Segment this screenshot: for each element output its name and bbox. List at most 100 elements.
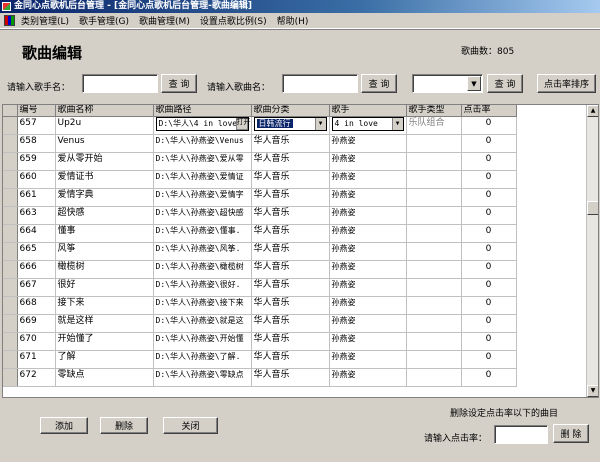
song-search-input[interactable] [282, 74, 358, 93]
cell-singer[interactable]: 孙燕姿 [329, 170, 407, 189]
cell-category[interactable]: 华人音乐 [251, 278, 330, 297]
cell-path[interactable]: D:\华人\孙燕姿\了解. [153, 350, 252, 369]
cell-category[interactable]: 华人音乐 [251, 206, 330, 225]
cell-category[interactable]: 华人音乐 [251, 260, 330, 279]
cell-singer-type[interactable] [406, 242, 462, 261]
cell-singer[interactable]: 4 in love ▼ [329, 116, 407, 135]
cell-singer-type[interactable] [406, 188, 462, 207]
scroll-down-icon[interactable]: ▼ [587, 385, 598, 397]
scroll-thumb[interactable] [587, 201, 598, 215]
cell-name[interactable]: 接下来 [55, 296, 154, 315]
cell-id[interactable]: 672 [17, 368, 56, 387]
cell-singer-type[interactable] [406, 314, 462, 333]
cell-singer[interactable]: 孙燕姿 [329, 242, 407, 261]
cell-id[interactable]: 660 [17, 170, 56, 189]
cell-path[interactable]: D:\华人\孙燕姿\爱情字 [153, 188, 252, 207]
cell-singer[interactable]: 孙燕姿 [329, 296, 407, 315]
cell-category[interactable]: 华人音乐 [251, 332, 330, 351]
cell-path[interactable]: D:\华人\孙燕姿\Venus [153, 134, 252, 153]
cell-name[interactable]: 风筝 [55, 242, 154, 261]
cell-path[interactable]: D:\华人\4 in love 打开 [153, 116, 252, 135]
table-row[interactable]: 668 接下来 D:\华人\孙燕姿\接下来 华人音乐 孙燕姿 0 [3, 296, 517, 315]
cell-clicks[interactable]: 0 [461, 134, 517, 153]
col-header-clicks[interactable]: 点击率 [461, 105, 517, 117]
cell-singer[interactable]: 孙燕姿 [329, 134, 407, 153]
cell-path[interactable]: D:\华人\孙燕姿\零缺点 [153, 368, 252, 387]
cell-id[interactable]: 669 [17, 314, 56, 333]
cell-singer-type[interactable] [406, 206, 462, 225]
cell-category[interactable]: 华人音乐 [251, 296, 330, 315]
cell-singer[interactable]: 孙燕姿 [329, 152, 407, 171]
cell-category[interactable]: 华人音乐 [251, 224, 330, 243]
cell-name[interactable]: Up2u [55, 116, 154, 135]
table-row[interactable]: 665 风筝 D:\华人\孙燕姿\风筝. 华人音乐 孙燕姿 0 [3, 242, 517, 261]
menu-song[interactable]: 歌曲管理(M) [137, 14, 198, 27]
cell-clicks[interactable]: 0 [461, 206, 517, 225]
cell-path[interactable]: D:\华人\孙燕姿\开始懂 [153, 332, 252, 351]
cell-clicks[interactable]: 0 [461, 152, 517, 171]
cell-id[interactable]: 661 [17, 188, 56, 207]
cell-name[interactable]: Venus [55, 134, 154, 153]
cell-id[interactable]: 666 [17, 260, 56, 279]
cell-clicks[interactable]: 0 [461, 260, 517, 279]
cell-singer[interactable]: 孙燕姿 [329, 350, 407, 369]
cell-singer-type[interactable] [406, 260, 462, 279]
song-grid[interactable]: 编号 歌曲名称 歌曲路径 歌曲分类 歌手 歌手类型 点击率 657 Up2u D:\… [2, 104, 599, 398]
table-row[interactable]: 663 超快感 D:\华人\孙燕姿\超快感 华人音乐 孙燕姿 0 [3, 206, 517, 225]
cell-category[interactable]: 华人音乐 [251, 134, 330, 153]
cell-name[interactable]: 超快感 [55, 206, 154, 225]
cell-path[interactable]: D:\华人\孙燕姿\接下来 [153, 296, 252, 315]
cell-id[interactable]: 659 [17, 152, 56, 171]
cell-singer-type[interactable] [406, 170, 462, 189]
cell-singer[interactable]: 孙燕姿 [329, 206, 407, 225]
cell-path[interactable]: D:\华人\孙燕姿\超快感 [153, 206, 252, 225]
col-header-name[interactable]: 歌曲名称 [55, 105, 154, 117]
cell-id[interactable]: 658 [17, 134, 56, 153]
cell-clicks[interactable]: 0 [461, 224, 517, 243]
cell-clicks[interactable]: 0 [461, 170, 517, 189]
col-header-path[interactable]: 歌曲路径 [153, 105, 252, 117]
col-header-id[interactable]: 编号 [17, 105, 56, 117]
cell-path[interactable]: D:\华人\孙燕姿\懂事. [153, 224, 252, 243]
cell-category[interactable]: 华人音乐 [251, 314, 330, 333]
cell-singer[interactable]: 孙燕姿 [329, 278, 407, 297]
grid-scrollbar[interactable]: ▲ ▼ [586, 105, 598, 397]
singer-search-input[interactable] [82, 74, 158, 93]
cell-clicks[interactable]: 0 [461, 350, 517, 369]
cell-id[interactable]: 657 [17, 116, 56, 135]
cell-singer[interactable]: 孙燕姿 [329, 260, 407, 279]
table-row[interactable]: 657 Up2u D:\华人\4 in love 打开 日韩流行 ▼ 4 in love ▼ 乐… [3, 116, 517, 135]
table-row[interactable]: 667 很好 D:\华人\孙燕姿\很好. 华人音乐 孙燕姿 0 [3, 278, 517, 297]
table-row[interactable]: 671 了解 D:\华人\孙燕姿\了解. 华人音乐 孙燕姿 0 [3, 350, 517, 369]
cell-clicks[interactable]: 0 [461, 242, 517, 261]
document-icon[interactable] [4, 15, 15, 26]
close-button[interactable]: 关闭 [163, 417, 218, 434]
table-row[interactable]: 660 爱情证书 D:\华人\孙燕姿\爱情证 华人音乐 孙燕姿 0 [3, 170, 517, 189]
bulk-delete-button[interactable]: 删 除 [553, 424, 589, 443]
cell-category[interactable]: 华人音乐 [251, 152, 330, 171]
menu-help[interactable]: 帮助(H) [275, 14, 317, 27]
cell-path[interactable]: D:\华人\孙燕姿\爱从零 [153, 152, 252, 171]
cell-clicks[interactable]: 0 [461, 368, 517, 387]
cell-category[interactable]: 华人音乐 [251, 368, 330, 387]
cell-clicks[interactable]: 0 [461, 116, 517, 135]
table-row[interactable]: 670 开始懂了 D:\华人\孙燕姿\开始懂 华人音乐 孙燕姿 0 [3, 332, 517, 351]
cell-id[interactable]: 665 [17, 242, 56, 261]
cell-name[interactable]: 很好 [55, 278, 154, 297]
cell-clicks[interactable]: 0 [461, 296, 517, 315]
chevron-down-icon[interactable]: ▼ [314, 117, 326, 130]
singer-select[interactable]: 4 in love ▼ [331, 116, 404, 131]
cell-singer-type[interactable] [406, 368, 462, 387]
cell-singer-type[interactable] [406, 224, 462, 243]
cell-category[interactable]: 华人音乐 [251, 242, 330, 261]
cell-path[interactable]: D:\华人\孙燕姿\很好. [153, 278, 252, 297]
cell-path[interactable]: D:\华人\孙燕姿\橄榄树 [153, 260, 252, 279]
clicks-threshold-input[interactable] [494, 425, 548, 444]
cell-clicks[interactable]: 0 [461, 188, 517, 207]
table-row[interactable]: 669 就是这样 D:\华人\孙燕姿\就是这 华人音乐 孙燕姿 0 [3, 314, 517, 333]
cell-singer-type[interactable] [406, 296, 462, 315]
chevron-down-icon[interactable]: ▼ [467, 76, 481, 91]
cell-id[interactable]: 671 [17, 350, 56, 369]
menu-ratio[interactable]: 设置点歌比例(S) [198, 14, 275, 27]
menu-singer[interactable]: 歌手管理(G) [77, 14, 137, 27]
